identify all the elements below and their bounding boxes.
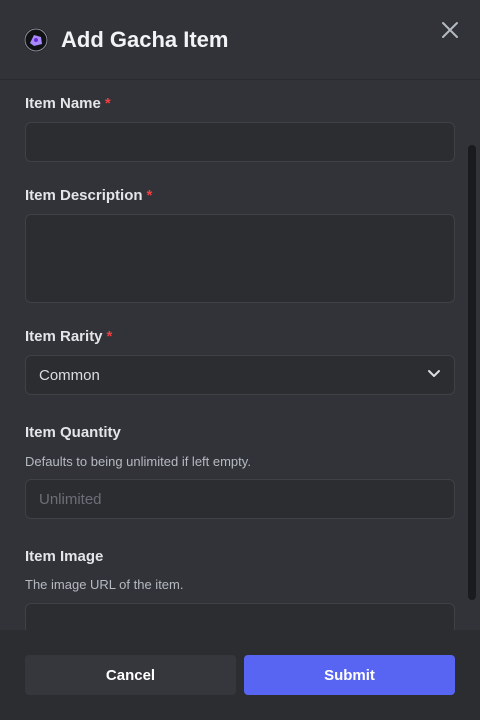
item-image-hint: The image URL of the item. [25, 577, 184, 592]
item-rarity-selected: Common [39, 366, 100, 384]
item-name-label: Item Name * [25, 95, 111, 112]
item-name-input[interactable] [25, 122, 455, 162]
scrollbar[interactable] [468, 145, 476, 600]
item-rarity-label: Item Rarity * [25, 328, 113, 345]
submit-button[interactable]: Submit [244, 655, 455, 695]
item-image-input[interactable] [25, 603, 455, 630]
chevron-down-icon [427, 366, 441, 384]
add-gacha-item-modal: Add Gacha Item Item Name * Item Descripti… [0, 0, 480, 720]
item-description-input[interactable] [25, 214, 455, 303]
item-description-label: Item Description * [25, 187, 153, 204]
required-mark: * [146, 187, 153, 204]
modal-header: Add Gacha Item [0, 0, 480, 80]
close-icon[interactable] [440, 20, 460, 40]
item-image-label: Item Image [25, 548, 104, 565]
item-quantity-input[interactable] [25, 479, 455, 519]
modal-body[interactable]: Item Name * Item Description * Item Rarity… [0, 80, 480, 630]
gacha-logo-icon [24, 28, 48, 52]
required-mark: * [104, 95, 111, 112]
cancel-button[interactable]: Cancel [25, 655, 236, 695]
item-rarity-select[interactable]: Common [25, 355, 455, 395]
modal-footer: Cancel Submit [0, 630, 480, 720]
required-mark: * [106, 328, 113, 345]
modal-title: Add Gacha Item [61, 27, 229, 52]
item-quantity-hint: Defaults to being unlimited if left empt… [25, 454, 251, 469]
item-quantity-label: Item Quantity [25, 424, 121, 441]
